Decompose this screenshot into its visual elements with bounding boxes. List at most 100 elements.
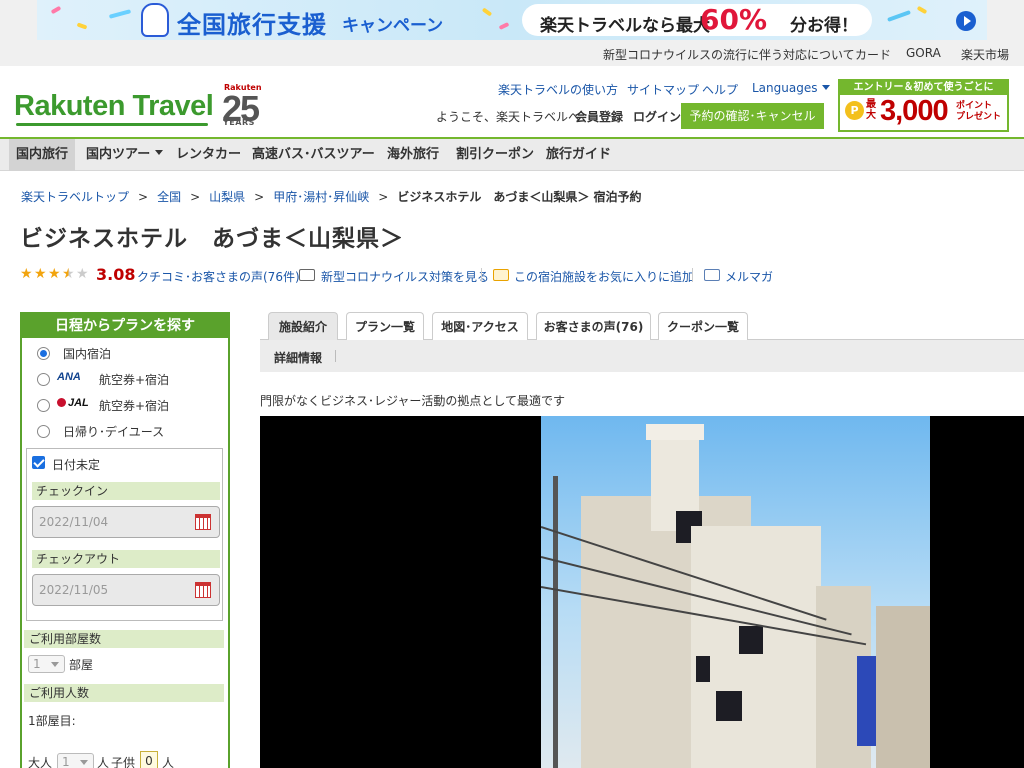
breadcrumb-current: ビジネスホテル あづま＜山梨県＞ 宿泊予約 — [397, 190, 642, 204]
subtab-details[interactable]: 詳細情報 — [274, 349, 322, 366]
play-icon[interactable] — [956, 11, 976, 31]
ana-logo: ANA — [57, 371, 81, 383]
rooms-select[interactable]: 1 — [28, 655, 65, 673]
breadcrumb-link[interactable]: 甲府･湯村･昇仙峡 — [273, 190, 369, 204]
hotel-tabs: 施設紹介 プラン一覧 地図･アクセス お客さまの声(76) クーポン一覧 — [260, 312, 1024, 340]
empty-star-icon: ★ — [76, 266, 89, 282]
half-star-icon: ★ — [62, 266, 75, 282]
star-icon: ★ — [48, 266, 61, 282]
promo-points-number: 3,000 — [880, 95, 949, 127]
reservation-check-button[interactable]: 予約の確認･キャンセル — [681, 103, 824, 129]
banner-subtitle: キャンペーン — [342, 16, 444, 36]
add-favorite-link[interactable]: この宿泊施設をお気に入りに追加 — [514, 268, 694, 285]
jal-logo: JAL — [57, 397, 89, 409]
anniversary-years: YEARS — [223, 118, 255, 127]
checkout-label: チェックアウト — [32, 550, 220, 568]
hotel-photo — [541, 416, 930, 768]
nav-domestic-travel[interactable]: 国内旅行 — [9, 139, 76, 171]
promo-headline: エントリー＆初めて使うごとに — [840, 81, 1007, 95]
nav-rental-car[interactable]: レンタカー — [176, 139, 241, 171]
mail-magazine-link[interactable]: メルマガ — [725, 268, 773, 285]
campaign-banner-area: 全国旅行支援 キャンペーン 楽天トラベルなら最大 60% 分お得！ — [0, 0, 1024, 40]
tab-reviews[interactable]: お客さまの声(76) — [536, 312, 651, 340]
logo-swoosh — [16, 123, 208, 126]
tab-plan-list[interactable]: プラン一覧 — [346, 312, 424, 340]
tab-coupons[interactable]: クーポン一覧 — [658, 312, 748, 340]
tab-facility-info[interactable]: 施設紹介 — [268, 312, 338, 340]
how-to-use-link[interactable]: 楽天トラベルの使い方 — [498, 81, 618, 98]
site-header: Rakuten Travel Rakuten 25 YEARS 楽天トラベルの使… — [0, 66, 1024, 139]
hotel-photo-viewer[interactable] — [260, 416, 1024, 768]
nav-domestic-tour[interactable]: 国内ツアー — [86, 139, 163, 171]
utility-pole — [553, 476, 558, 768]
radio-ana-package[interactable] — [37, 373, 50, 386]
checkout-date-value: 2022/11/05 — [39, 583, 109, 597]
nav-overseas-travel[interactable]: 海外旅行 — [387, 139, 439, 171]
main-nav: 国内旅行 国内ツアー レンタカー 高速バス･バスツアー 海外旅行 割引クーポン … — [0, 139, 1024, 171]
breadcrumb-link[interactable]: 楽天トラベルトップ — [21, 190, 129, 204]
adult-unit: 人 — [97, 756, 110, 768]
radio-label: 航空券+宿泊 — [99, 373, 170, 387]
confetti-decoration — [76, 22, 88, 30]
banner-title: 全国旅行支援 — [177, 11, 327, 39]
radio-label: 国内宿泊 — [63, 347, 112, 361]
checkin-date-input[interactable]: 2022/11/04 — [32, 506, 220, 538]
plan-search-panel: 日程からプランを探す 国内宿泊 ANA 航空券+宿泊 JAL 航空券+宿泊 日帰… — [20, 312, 230, 768]
breadcrumb-link[interactable]: 山梨県 — [209, 190, 245, 204]
sitemap-link[interactable]: サイトマップ — [627, 81, 699, 98]
welcome-text: ようこそ、楽天トラベルへ — [436, 110, 581, 124]
banner-offer-text: 楽天トラベルなら最大 — [540, 16, 710, 36]
nav-discount-coupon[interactable]: 割引クーポン — [456, 139, 534, 171]
points-promo-banner[interactable]: エントリー＆初めて使うごとに P 最大 3,000 ポイント プレゼント — [838, 79, 1009, 132]
promo-unit-line2: プレゼント — [956, 112, 1002, 122]
date-undecided-checkbox[interactable] — [32, 456, 45, 469]
checkout-date-input[interactable]: 2022/11/05 — [32, 574, 220, 606]
reviews-link[interactable]: クチコミ･お客さまの声(76件) — [137, 268, 300, 285]
confetti-decoration — [498, 22, 510, 30]
banner-offer-suffix: 分お得！ — [790, 16, 858, 36]
divider — [692, 268, 693, 282]
adult-count-select[interactable]: 1 — [57, 753, 94, 768]
child-count-input[interactable]: 0 — [140, 751, 158, 768]
promo-points-unit: ポイント プレゼント — [956, 101, 1001, 123]
confetti-decoration — [916, 5, 928, 15]
child-label: 子供 — [111, 756, 136, 768]
radio-day-use[interactable] — [37, 425, 50, 438]
help-link[interactable]: ヘルプ — [702, 81, 738, 98]
checkin-date-value: 2022/11/04 — [39, 515, 109, 529]
calendar-icon[interactable] — [195, 514, 211, 530]
nav-travel-guide[interactable]: 旅行ガイド — [546, 139, 611, 171]
nav-highway-bus[interactable]: 高速バス･バスツアー — [252, 139, 375, 171]
favorite-icon — [493, 269, 509, 281]
languages-dropdown[interactable]: Languages — [752, 81, 830, 95]
adult-count-value: 1 — [62, 755, 70, 768]
gora-link[interactable]: GORA — [906, 46, 941, 60]
room1-label: 1部屋目: — [28, 714, 76, 728]
breadcrumb-link[interactable]: 全国 — [157, 190, 181, 204]
building-window — [696, 656, 710, 682]
login-link[interactable]: ログイン — [633, 108, 681, 125]
rakuten-ichiba-link[interactable]: 楽天市場 — [961, 46, 1009, 63]
rooms-select-value: 1 — [33, 657, 41, 671]
calendar-icon[interactable] — [195, 582, 211, 598]
covid-notice-link[interactable]: 新型コロナウイルスの流行に伴う対応について — [603, 46, 855, 63]
plan-search-title: 日程からプランを探す — [22, 314, 228, 338]
register-link[interactable]: 会員登録 — [575, 108, 623, 125]
star-icon: ★ — [34, 266, 47, 282]
star-icon: ★ — [20, 266, 33, 282]
vertical-hotel-sign — [857, 656, 877, 746]
rakuten-travel-logo[interactable]: Rakuten Travel — [14, 90, 214, 123]
covid-measures-link[interactable]: 新型コロナウイルス対策を見る — [321, 268, 489, 285]
utility-bar: 新型コロナウイルスの流行に伴う対応について カード GORA 楽天市場 — [0, 40, 1024, 66]
tab-map-access[interactable]: 地図･アクセス — [432, 312, 528, 340]
breadcrumb-separator: > — [138, 190, 149, 204]
breadcrumb-separator: > — [378, 190, 389, 204]
radio-domestic-stay[interactable] — [37, 347, 50, 360]
building-window — [739, 626, 763, 654]
radio-jal-package[interactable] — [37, 399, 50, 412]
sub-tabs: 詳細情報 — [260, 340, 1024, 372]
campaign-banner[interactable]: 全国旅行支援 キャンペーン 楽天トラベルなら最大 60% 分お得！ — [37, 0, 987, 40]
building-window — [716, 691, 742, 721]
card-link[interactable]: カード — [855, 46, 891, 63]
radio-label: 日帰り･デイユース — [63, 425, 165, 439]
